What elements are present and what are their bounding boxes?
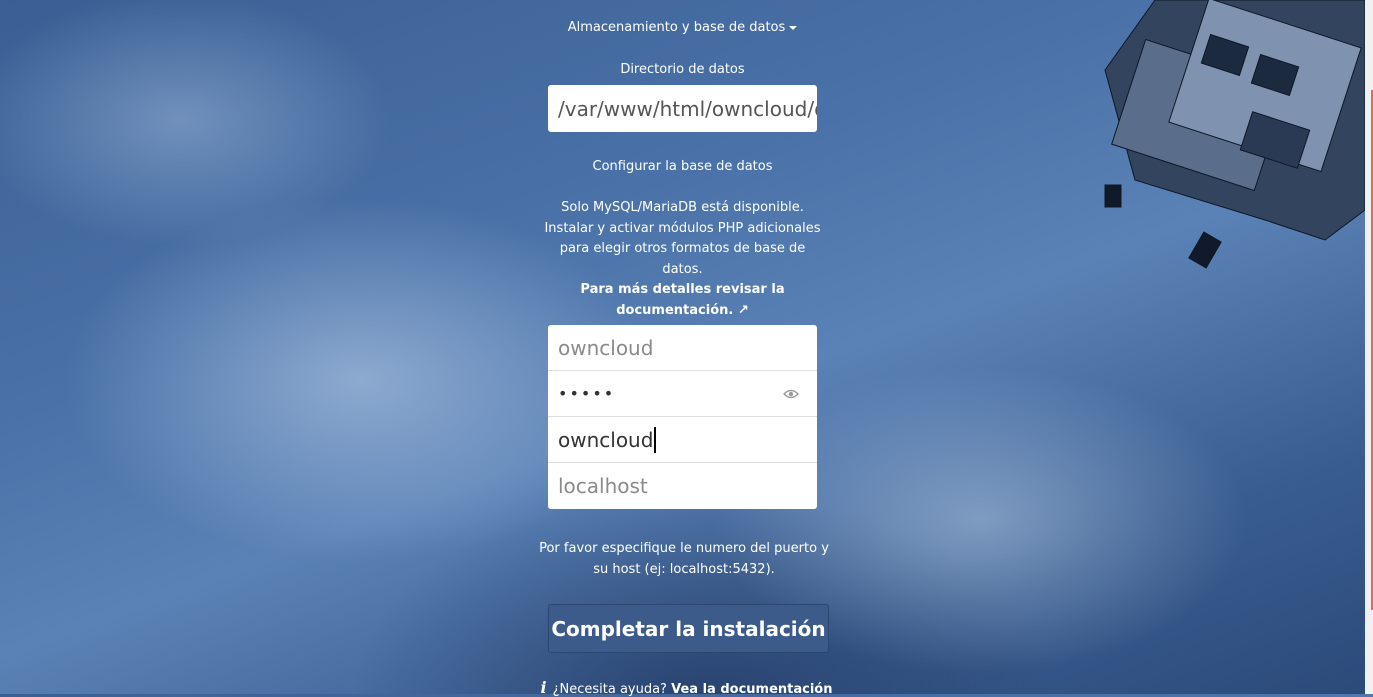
help-documentation-link[interactable]: Vea la documentación <box>671 682 832 697</box>
database-credentials-group: owncloud ••••• owncloud localhost <box>548 325 817 509</box>
eye-icon[interactable] <box>783 389 799 399</box>
database-host-placeholder: localhost <box>558 474 648 498</box>
help-footer: i ¿Necesita ayuda? Vea la documentación <box>0 678 1373 697</box>
storage-database-toggle[interactable]: Almacenamiento y base de datos <box>0 20 1365 35</box>
database-host-input[interactable]: localhost <box>548 463 817 509</box>
database-name-input[interactable]: owncloud <box>548 417 817 463</box>
host-hint-text: Por favor especifique le numero del puer… <box>539 541 829 577</box>
data-directory-value: /var/www/html/owncloud/d <box>558 96 817 121</box>
storage-database-toggle-label: Almacenamiento y base de datos <box>567 20 786 35</box>
data-directory-label: Directorio de datos <box>620 62 745 77</box>
complete-installation-button[interactable]: Completar la instalación <box>548 604 829 653</box>
database-info-message: Solo MySQL/MariaDB está disponible. Inst… <box>544 200 821 277</box>
data-directory-input[interactable]: /var/www/html/owncloud/d <box>548 85 817 132</box>
satellite-image <box>1104 0 1365 269</box>
caret-down-icon <box>789 25 798 30</box>
database-info-text: Solo MySQL/MariaDB está disponible. Inst… <box>540 198 825 321</box>
documentation-link[interactable]: Para más detalles revisar la documentaci… <box>580 282 784 318</box>
database-user-input[interactable]: owncloud <box>548 325 817 371</box>
database-user-placeholder: owncloud <box>558 335 654 360</box>
database-password-value: ••••• <box>558 384 616 403</box>
database-password-input[interactable]: ••••• <box>548 371 817 417</box>
help-text: ¿Necesita ayuda? <box>552 682 667 697</box>
text-cursor <box>654 426 657 453</box>
info-icon: i <box>540 678 547 697</box>
complete-installation-label: Completar la instalación <box>551 616 826 641</box>
database-name-value: owncloud <box>558 427 654 452</box>
configure-database-label: Configurar la base de datos <box>592 159 773 174</box>
